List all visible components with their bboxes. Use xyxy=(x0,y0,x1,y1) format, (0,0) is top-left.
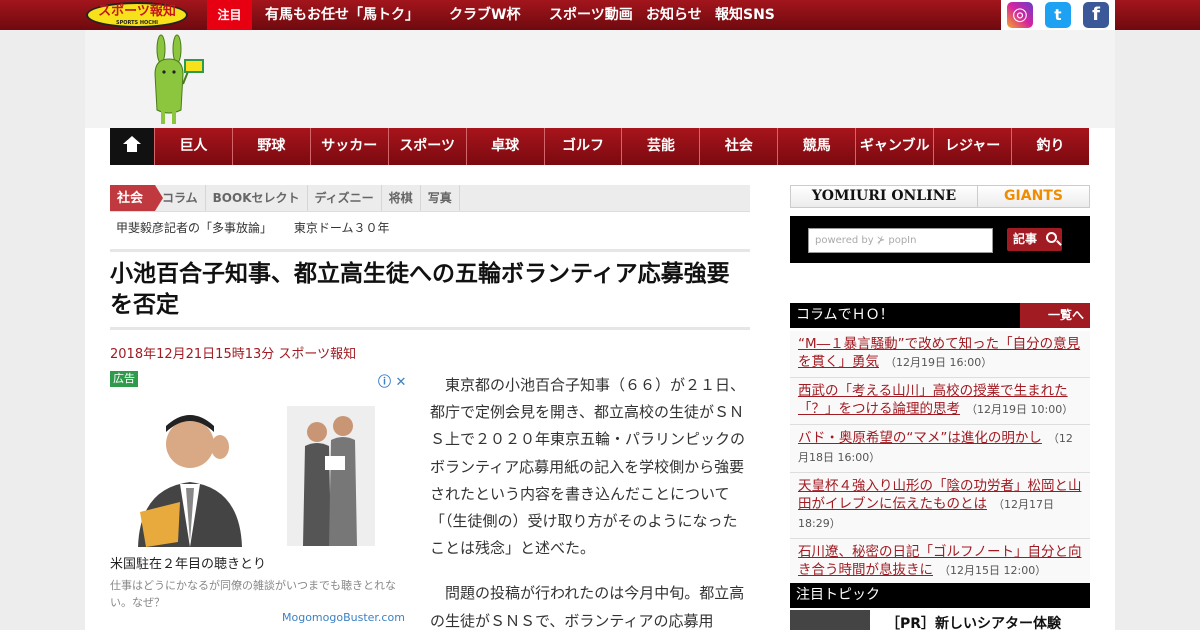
column-section-title: コラムでＨＯ！ xyxy=(796,307,894,323)
ad-source-link[interactable]: MogomogoBuster.com xyxy=(282,611,405,624)
top-link-umatoku[interactable]: 有馬もお任せ「馬トク」 xyxy=(265,0,419,30)
subsub-link-dome[interactable]: 東京ドーム３０年 xyxy=(294,221,390,235)
ad-image-man[interactable] xyxy=(110,392,270,547)
subnav-item-disney[interactable]: ディズニー xyxy=(308,185,382,211)
search-button[interactable]: 記事 xyxy=(1007,228,1062,251)
divider xyxy=(110,327,750,330)
ad-image-colleagues[interactable] xyxy=(287,406,375,546)
top-link-video[interactable]: スポーツ動画 xyxy=(549,0,633,30)
subnav-active-society[interactable]: 社会 xyxy=(110,185,163,211)
article-body: 東京都の小池百合子知事（６６）が２１日、都庁で定例会見を開き、都立高校の生徒がＳ… xyxy=(430,372,746,630)
search-box: powered by ⊁ popIn 記事 xyxy=(790,216,1090,263)
list-item: バド・奥原希望の“マメ”は進化の明かし （12月18日 16:00） xyxy=(790,425,1090,473)
top-link-sns[interactable]: 報知SNS xyxy=(715,0,775,30)
column-more-link[interactable]: 一覧へ xyxy=(1020,303,1090,328)
article-headline: 小池百合子知事、都立高生徒への五輪ボランティア応募強要を否定 xyxy=(110,261,730,318)
mascot-icon[interactable] xyxy=(147,34,207,126)
facebook-icon[interactable]: f xyxy=(1083,2,1109,28)
column-list: “M―１暴言騒動”で改めて知った「自分の意見を貫く」勇気 （12月19日 16:0… xyxy=(790,331,1090,586)
article-paragraph: 問題の投稿が行われたのは今月中旬。都立高の生徒がＳＮＳで、ボランティアの応募用 xyxy=(430,584,745,630)
logo-text: スポーツ報知 xyxy=(98,4,176,19)
nav-item-society[interactable]: 社会 xyxy=(699,128,778,165)
list-item: 西武の「考える山川」高校の授業で生まれた「？」をつける論理的思考 （12月19日 … xyxy=(790,378,1090,425)
header-banner xyxy=(85,30,1115,128)
subnav-item-book[interactable]: BOOKセレクト xyxy=(206,185,308,211)
topic-thumbnail[interactable] xyxy=(790,610,870,630)
yomiuri-online-link[interactable]: YOMIURI ONLINE xyxy=(791,186,978,207)
nav-item-fishing[interactable]: 釣り xyxy=(1011,128,1090,165)
nav-item-soccer[interactable]: サッカー xyxy=(309,128,388,165)
nav-item-entertainment[interactable]: 芸能 xyxy=(621,128,700,165)
topic-section-header: 注目トピック xyxy=(790,583,1090,608)
instagram-icon[interactable]: ◎ xyxy=(1007,2,1033,28)
home-icon xyxy=(122,135,141,154)
subnav-item-photo[interactable]: 写真 xyxy=(421,185,460,211)
main-nav: 巨人 野球 サッカー スポーツ 卓球 ゴルフ 芸能 社会 競馬 ギャンブル レジ… xyxy=(110,128,1090,165)
site-logo[interactable]: スポーツ報知 SPORTS HOCHI xyxy=(86,2,188,28)
list-item: 石川遼、秘密の日記「ゴルフノート」自分と向き合う時間が息抜きに （12月15日 1… xyxy=(790,539,1090,586)
nav-item-golf[interactable]: ゴルフ xyxy=(543,128,622,165)
subnav-item-shogi[interactable]: 将棋 xyxy=(382,185,421,211)
list-item: 天皇杯４強入り山形の「陰の功労者」松岡と山田がイレブンに伝えたものとは （12月1… xyxy=(790,473,1090,539)
sub-nav: 社会 コラム BOOKセレクト ディズニー 将棋 写真 xyxy=(110,185,750,212)
giants-link[interactable]: GIANTS xyxy=(978,186,1089,207)
article-paragraph: 東京都の小池百合子知事（６６）が２１日、都庁で定例会見を開き、都立高校の生徒がＳ… xyxy=(430,376,746,558)
notice-badge: 注目 xyxy=(207,0,252,30)
divider xyxy=(110,249,750,252)
column-link[interactable]: バド・奥原希望の“マメ”は進化の明かし xyxy=(798,430,1042,446)
column-date: （12月15日 12:00） xyxy=(939,564,1047,577)
search-input[interactable]: powered by ⊁ popIn xyxy=(808,228,993,253)
nav-home[interactable] xyxy=(110,128,154,165)
article-dateline: 2018年12月21日15時13分 スポーツ報知 xyxy=(110,347,357,362)
nav-item-horse-racing[interactable]: 競馬 xyxy=(777,128,856,165)
logo-subtext: SPORTS HOCHI xyxy=(115,20,159,26)
column-date: （12月19日 16:00） xyxy=(885,356,993,369)
top-link-club-wc[interactable]: クラブW杯 xyxy=(449,0,520,30)
nav-item-table-tennis[interactable]: 卓球 xyxy=(465,128,544,165)
column-date: （12月19日 10:00） xyxy=(966,403,1074,416)
social-links: ◎ t f xyxy=(1001,0,1115,30)
search-icon xyxy=(1046,232,1057,243)
top-link-news[interactable]: お知らせ xyxy=(646,0,702,30)
ad-description: 仕事はどうにかなるが同僚の雑談がいつまでも聴きとれない。なぜ？ xyxy=(110,579,396,609)
nav-item-leisure[interactable]: レジャー xyxy=(933,128,1012,165)
column-section-header: コラムでＨＯ！ 一覧へ xyxy=(790,303,1090,328)
partner-banner: YOMIURI ONLINE GIANTS xyxy=(790,185,1090,208)
ad-badge: 広告 xyxy=(110,371,138,387)
nav-item-giants[interactable]: 巨人 xyxy=(153,128,232,165)
subsub-link-column[interactable]: 甲斐毅彦記者の「多事放論」 xyxy=(116,221,272,235)
nav-item-gamble[interactable]: ギャンブル xyxy=(855,128,934,165)
ad-choices-icon[interactable]: ⓘ ✕ xyxy=(378,371,406,390)
topic-section-title: 注目トピック xyxy=(796,587,880,603)
search-button-label: 記事 xyxy=(1013,232,1038,246)
nav-item-baseball[interactable]: 野球 xyxy=(231,128,310,165)
topic-link[interactable]: ［PR］新しいシアター体験 xyxy=(886,613,1061,630)
ad-title[interactable]: 米国駐在２年目の聴きとり xyxy=(110,553,266,572)
nav-item-sports[interactable]: スポーツ xyxy=(387,128,466,165)
list-item: “M―１暴言騒動”で改めて知った「自分の意見を貫く」勇気 （12月19日 16:0… xyxy=(790,331,1090,378)
twitter-icon[interactable]: t xyxy=(1045,2,1071,28)
sub-sub-nav: 甲斐毅彦記者の「多事放論」 東京ドーム３０年 xyxy=(116,219,408,236)
top-bar: スポーツ報知 SPORTS HOCHI 注目 有馬もお任せ「馬トク」 クラブW杯… xyxy=(0,0,1200,30)
